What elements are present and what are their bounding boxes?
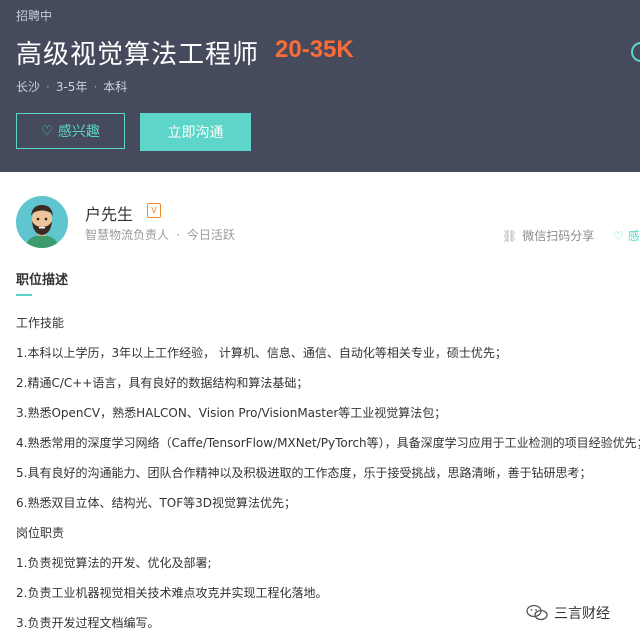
description-line: 6.熟悉双目立体、结构光、TOF等3D视觉算法优先；	[16, 496, 297, 510]
separator-dot: ·	[93, 80, 98, 94]
job-description: 工作技能 1.本科以上学历，3年以上工作经验， 计算机、信息、通信、自动化等相关…	[16, 313, 640, 643]
recruiting-status: 招聘中	[16, 9, 53, 23]
description-line: 3.熟悉OpenCV，熟悉HALCON、Vision Pro/VisionMas…	[16, 406, 447, 420]
recruiter-activity: 今日活跃	[186, 228, 235, 242]
avatar[interactable]	[16, 196, 68, 248]
favorite-link[interactable]: ♡ 感	[613, 227, 640, 244]
heart-icon: ♡	[41, 123, 53, 139]
job-experience: 3-5年	[55, 80, 88, 94]
job-header: 招聘中 高级视觉算法工程师 20-35K 长沙 · 3-5年 · 本科 ♡ 感兴趣 立即…	[0, 0, 640, 172]
job-title: 高级视觉算法工程师	[16, 40, 260, 70]
separator-dot: ·	[46, 80, 50, 94]
interest-button[interactable]: ♡ 感兴趣	[16, 113, 125, 149]
link-icon: ⛓	[502, 228, 518, 243]
job-meta: 长沙 · 3-5年 · 本科	[16, 78, 127, 95]
section-title: 职位描述	[16, 273, 69, 288]
verified-badge-icon: V	[147, 203, 161, 218]
wechat-share-label: 微信扫码分享	[522, 229, 595, 243]
chat-now-button[interactable]: 立即沟通	[140, 113, 251, 151]
circle-icon[interactable]	[631, 42, 640, 62]
salary-range: 20-35K	[275, 36, 354, 63]
description-line: 1.负责视觉算法的开发、优化及部署;	[16, 556, 212, 570]
wechat-share-link[interactable]: ⛓ 微信扫码分享	[502, 227, 594, 244]
description-line: 5.具有良好的沟通能力、团队合作精神以及积极进取的工作态度，乐于接受挑战，思路清…	[16, 466, 592, 480]
separator-dot: ·	[176, 228, 180, 242]
watermark: 三言财经	[526, 603, 610, 623]
recruiter-meta: 智慧物流负责人 · 今日活跃	[85, 226, 235, 243]
watermark-text: 三言财经	[554, 606, 610, 622]
description-line: 4.熟悉常用的深度学习网络（Caffe/TensorFlow/MXNet/PyT…	[16, 436, 640, 450]
description-line: 工作技能	[16, 316, 65, 330]
description-line: 2.精通C/C++语言，具有良好的数据结构和算法基础；	[16, 376, 309, 390]
description-line: 1.本科以上学历，3年以上工作经验， 计算机、信息、通信、自动化等相关专业，硕士…	[16, 346, 507, 360]
heart-icon: ♡	[613, 229, 628, 243]
recruiter-name: 户先生	[85, 205, 134, 224]
avatar-illustration	[16, 196, 68, 248]
recruiter-role: 智慧物流负责人	[85, 228, 170, 242]
job-location: 长沙	[16, 80, 41, 94]
job-education: 本科	[103, 80, 128, 94]
description-line: 岗位职责	[16, 526, 65, 540]
wechat-icon	[526, 604, 548, 621]
section-underline	[16, 294, 32, 296]
interest-label: 感兴趣	[57, 124, 100, 140]
favorite-label: 感	[627, 229, 640, 243]
